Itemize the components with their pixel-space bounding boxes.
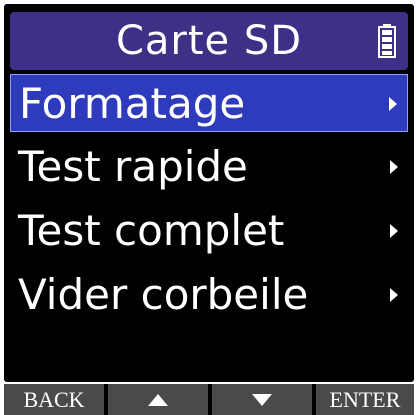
chevron-right-icon: [390, 160, 398, 174]
menu-item-label: Test complet: [18, 206, 285, 255]
back-button[interactable]: BACK: [4, 384, 104, 415]
chevron-right-icon: [390, 288, 398, 302]
screen-title: Carte SD: [115, 18, 303, 64]
up-button[interactable]: [108, 384, 208, 415]
menu-item-vider-corbeile[interactable]: Vider corbeile: [10, 266, 408, 324]
menu-item-test-rapide[interactable]: Test rapide: [10, 138, 408, 196]
button-bar: BACK ENTER: [4, 384, 414, 415]
menu-item-label: Formatage: [19, 79, 246, 128]
device-screen: Carte SD Formatage Test rapide Test comp…: [4, 4, 414, 382]
menu-item-formatage[interactable]: Formatage: [10, 74, 408, 132]
triangle-down-icon: [252, 393, 272, 406]
chevron-right-icon: [390, 224, 398, 238]
menu-item-label: Vider corbeile: [18, 270, 309, 319]
menu-item-test-complet[interactable]: Test complet: [10, 202, 408, 260]
title-bar: Carte SD: [10, 12, 408, 70]
enter-button[interactable]: ENTER: [316, 384, 414, 415]
menu-item-label: Test rapide: [18, 142, 248, 191]
chevron-right-icon: [389, 97, 397, 111]
down-button[interactable]: [212, 384, 312, 415]
battery-icon: [378, 24, 396, 58]
triangle-up-icon: [148, 393, 168, 406]
